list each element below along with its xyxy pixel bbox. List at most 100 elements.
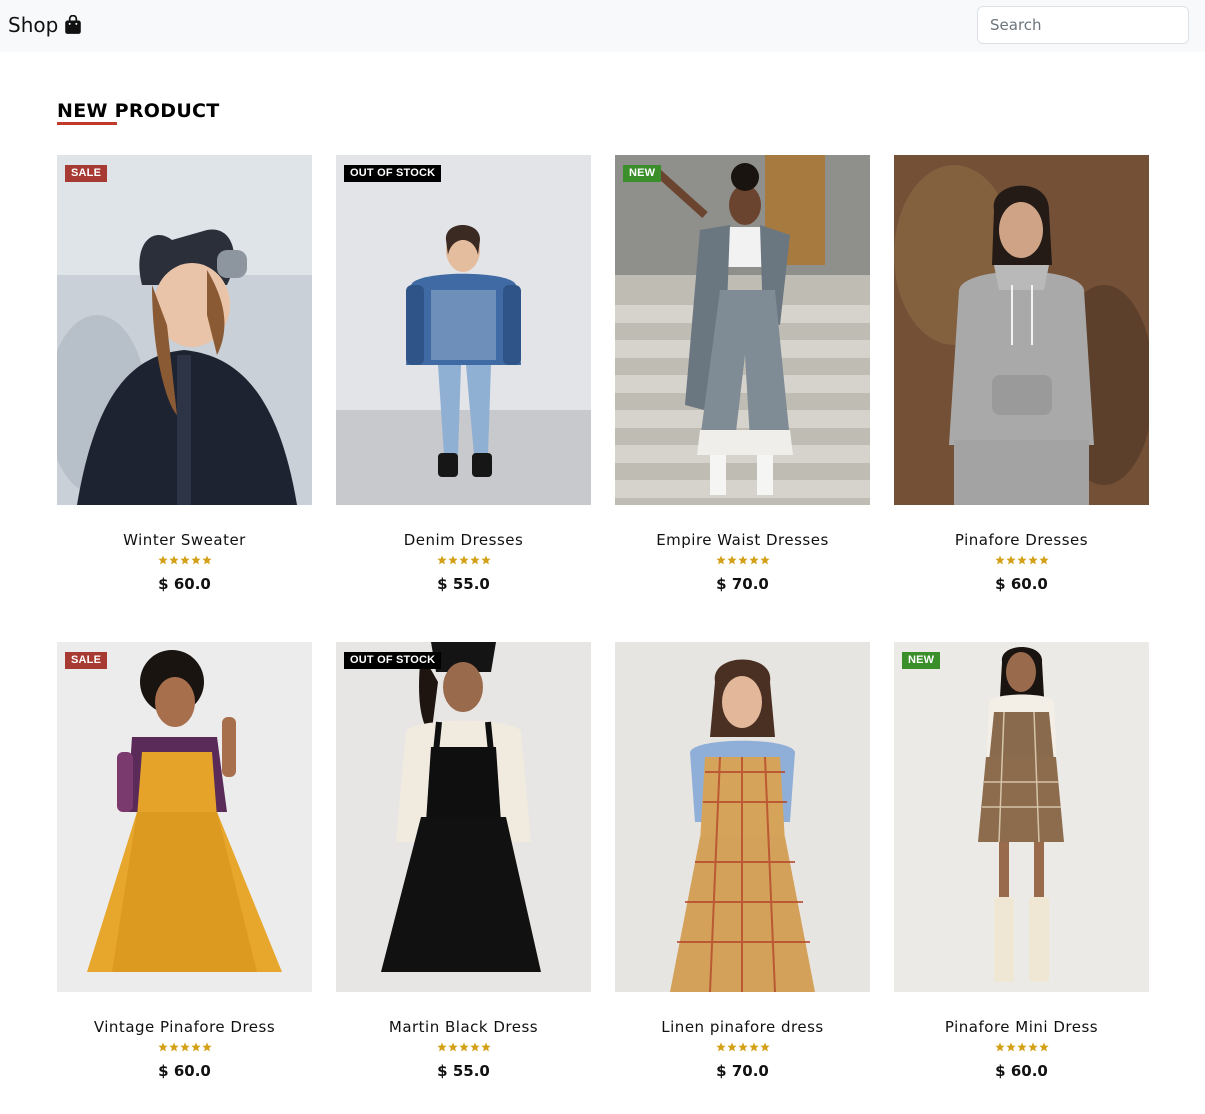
product-info: Linen pinafore dress $ 70.0 xyxy=(615,1018,870,1080)
product-image[interactable] xyxy=(615,642,870,992)
product-name[interactable]: Denim Dresses xyxy=(336,531,591,549)
product-info: Vintage Pinafore Dress $ 60.0 xyxy=(57,1018,312,1080)
mustard-pinafore-dress-photo xyxy=(57,642,312,992)
star-icon xyxy=(179,555,190,565)
rating-stars xyxy=(894,1042,1149,1054)
product-card[interactable]: Linen pinafore dress $ 70.0 xyxy=(615,642,870,1080)
star-icon xyxy=(748,1042,759,1052)
product-price: $ 60.0 xyxy=(995,575,1048,593)
star-icon xyxy=(1027,1042,1038,1052)
star-icon xyxy=(726,555,737,565)
product-card[interactable]: OUT OF STOCK Denim Dresses $ 55.0 xyxy=(336,155,591,593)
star-icon xyxy=(1005,1042,1016,1052)
star-icon xyxy=(157,555,168,565)
star-icon xyxy=(190,555,201,565)
product-price: $ 60.0 xyxy=(158,575,211,593)
star-icon xyxy=(715,555,726,565)
product-info: Winter Sweater $ 60.0 xyxy=(57,531,312,593)
rating-stars xyxy=(615,555,870,567)
star-icon xyxy=(168,1042,179,1052)
brand-link[interactable]: Shop xyxy=(8,12,82,38)
product-info: Denim Dresses $ 55.0 xyxy=(336,531,591,593)
star-icon xyxy=(469,1042,480,1052)
star-icon xyxy=(201,1042,212,1052)
search-input[interactable] xyxy=(977,6,1189,44)
star-icon xyxy=(480,1042,491,1052)
plaid-pinafore-dress-photo xyxy=(615,642,870,992)
sale-badge: SALE xyxy=(65,165,108,182)
star-icon xyxy=(1005,555,1016,565)
grey-hoodie-photo xyxy=(894,155,1149,505)
brand-label: Shop xyxy=(8,13,59,37)
star-icon xyxy=(1027,555,1038,565)
star-icon xyxy=(994,555,1005,565)
product-image[interactable] xyxy=(894,155,1149,505)
star-icon xyxy=(436,555,447,565)
grey-suit-stairs-photo xyxy=(615,155,870,505)
star-icon xyxy=(458,1042,469,1052)
star-icon xyxy=(1016,555,1027,565)
star-icon xyxy=(168,555,179,565)
product-image[interactable]: OUT OF STOCK xyxy=(336,642,591,992)
star-icon xyxy=(737,555,748,565)
star-icon xyxy=(447,1042,458,1052)
star-icon xyxy=(436,1042,447,1052)
product-name[interactable]: Empire Waist Dresses xyxy=(615,531,870,549)
product-name[interactable]: Pinafore Mini Dress xyxy=(894,1018,1149,1036)
product-image[interactable]: SALE xyxy=(57,155,312,505)
product-info: Pinafore Mini Dress $ 60.0 xyxy=(894,1018,1149,1080)
product-image[interactable]: NEW xyxy=(615,155,870,505)
rating-stars xyxy=(615,1042,870,1054)
product-card[interactable]: OUT OF STOCK Martin Black Dress $ 55.0 xyxy=(336,642,591,1080)
product-name[interactable]: Vintage Pinafore Dress xyxy=(57,1018,312,1036)
product-card[interactable]: NEW Pinafore Mini Dress $ 60.0 xyxy=(894,642,1149,1080)
sale-badge: SALE xyxy=(65,652,108,669)
new-badge: NEW xyxy=(623,165,662,182)
product-price: $ 60.0 xyxy=(158,1062,211,1080)
star-icon xyxy=(447,555,458,565)
star-icon xyxy=(748,555,759,565)
star-icon xyxy=(715,1042,726,1052)
rating-stars xyxy=(336,1042,591,1054)
shopping-bag-icon xyxy=(65,15,82,34)
product-card[interactable]: NEW Empire Waist Dresses $ 70.0 xyxy=(615,155,870,593)
new-badge: NEW xyxy=(902,652,941,669)
product-info: Martin Black Dress $ 55.0 xyxy=(336,1018,591,1080)
product-card[interactable]: SALE Vintage Pinafore Dress $ 60.0 xyxy=(57,642,312,1080)
product-grid: SALE Winter Sweater $ 60.0 OUT OF STOCK … xyxy=(57,155,1149,1080)
product-name[interactable]: Winter Sweater xyxy=(57,531,312,549)
star-icon xyxy=(726,1042,737,1052)
section-title: NEW PRODUCT xyxy=(57,100,220,122)
product-info: Empire Waist Dresses $ 70.0 xyxy=(615,531,870,593)
star-icon xyxy=(759,1042,770,1052)
product-name[interactable]: Pinafore Dresses xyxy=(894,531,1149,549)
product-card[interactable]: SALE Winter Sweater $ 60.0 xyxy=(57,155,312,593)
product-price: $ 55.0 xyxy=(437,1062,490,1080)
product-name[interactable]: Martin Black Dress xyxy=(336,1018,591,1036)
product-image[interactable]: NEW xyxy=(894,642,1149,992)
star-icon xyxy=(480,555,491,565)
star-icon xyxy=(190,1042,201,1052)
product-price: $ 70.0 xyxy=(716,575,769,593)
star-icon xyxy=(759,555,770,565)
star-icon xyxy=(201,555,212,565)
black-corduroy-pinafore-photo xyxy=(336,642,591,992)
rating-stars xyxy=(336,555,591,567)
star-icon xyxy=(179,1042,190,1052)
product-name[interactable]: Linen pinafore dress xyxy=(615,1018,870,1036)
out-of-stock-badge: OUT OF STOCK xyxy=(344,652,442,669)
title-underline xyxy=(57,122,117,125)
product-price: $ 70.0 xyxy=(716,1062,769,1080)
denim-puffer-jacket-photo xyxy=(336,155,591,505)
plaid-mini-pinafore-photo xyxy=(894,642,1149,992)
woman-black-coat-snow-photo xyxy=(57,155,312,505)
product-image[interactable]: OUT OF STOCK xyxy=(336,155,591,505)
navbar: Shop xyxy=(0,0,1205,52)
rating-stars xyxy=(57,1042,312,1054)
star-icon xyxy=(157,1042,168,1052)
product-image[interactable]: SALE xyxy=(57,642,312,992)
star-icon xyxy=(1038,555,1049,565)
star-icon xyxy=(737,1042,748,1052)
rating-stars xyxy=(894,555,1149,567)
product-card[interactable]: Pinafore Dresses $ 60.0 xyxy=(894,155,1149,593)
